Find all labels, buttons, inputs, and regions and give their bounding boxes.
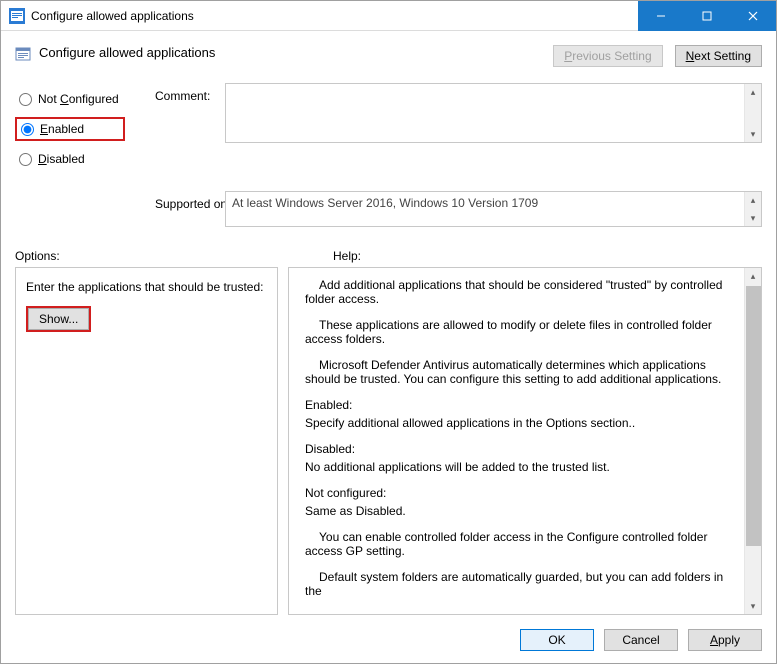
close-button[interactable] [730,1,776,31]
previous-setting-button: Previous Setting [553,45,662,67]
radio-disabled-label: Disabled [38,152,85,166]
scroll-down-icon[interactable]: ▾ [751,210,756,226]
supported-on-box: At least Windows Server 2016, Windows 10… [225,191,762,227]
page-title: Configure allowed applications [39,45,215,60]
window-buttons [638,1,776,31]
state-radio-group: Not Configured Enabled Disabled [15,83,155,181]
next-setting-button[interactable]: Next Setting [675,45,762,67]
help-p2: These applications are allowed to modify… [305,318,732,346]
title-bar: Configure allowed applications [1,1,776,31]
supported-on-value: At least Windows Server 2016, Windows 10… [232,196,538,210]
options-pane: Enter the applications that should be tr… [15,267,278,615]
show-button[interactable]: Show... [28,308,89,330]
minimize-button[interactable] [638,1,684,31]
maximize-button[interactable] [684,1,730,31]
radio-not-configured-label: Not Configured [38,92,119,106]
radio-not-configured-input[interactable] [19,93,32,106]
help-p4b: Specify additional allowed applications … [305,416,732,430]
help-pane: Add additional applications that should … [288,267,762,615]
help-p4a: Enabled: [305,398,732,412]
radio-enabled-input[interactable] [21,123,34,136]
comment-scrollbar[interactable]: ▴ ▾ [744,84,761,142]
help-text: Add additional applications that should … [289,268,744,614]
app-icon [9,8,25,24]
apply-button[interactable]: Apply [688,629,762,651]
radio-disabled-input[interactable] [19,153,32,166]
window-title: Configure allowed applications [31,9,194,23]
help-p7: You can enable controlled folder access … [305,530,732,558]
help-p3: Microsoft Defender Antivirus automatical… [305,358,732,386]
help-p6b: Same as Disabled. [305,504,732,518]
scroll-up-icon[interactable]: ▴ [751,192,756,208]
radio-enabled-label: Enabled [40,122,84,136]
supported-on-label: Supported on: [155,191,225,227]
scroll-up-icon[interactable]: ▴ [751,268,756,284]
dialog-footer: OK Cancel Apply [1,615,776,665]
scrollbar-thumb[interactable] [746,286,761,546]
enter-applications-label: Enter the applications that should be tr… [26,280,267,294]
help-p5a: Disabled: [305,442,732,456]
help-p8: Default system folders are automatically… [305,570,732,598]
help-label: Help: [333,249,361,263]
scroll-up-icon[interactable]: ▴ [751,84,756,100]
scroll-down-icon[interactable]: ▾ [751,126,756,142]
ok-button[interactable]: OK [520,629,594,651]
radio-not-configured[interactable]: Not Configured [15,87,155,111]
comment-label: Comment: [155,83,225,181]
scroll-down-icon[interactable]: ▾ [751,598,756,614]
radio-disabled[interactable]: Disabled [15,147,155,171]
radio-enabled[interactable]: Enabled [15,117,125,141]
comment-textarea[interactable]: ▴ ▾ [225,83,762,143]
help-p6a: Not configured: [305,486,732,500]
help-p1: Add additional applications that should … [305,278,732,306]
help-scrollbar[interactable]: ▴ ▾ [744,268,761,614]
cancel-button[interactable]: Cancel [604,629,678,651]
policy-icon [15,46,31,62]
supported-scrollbar[interactable]: ▴ ▾ [744,192,761,226]
help-p5b: No additional applications will be added… [305,460,732,474]
options-label: Options: [15,249,333,263]
